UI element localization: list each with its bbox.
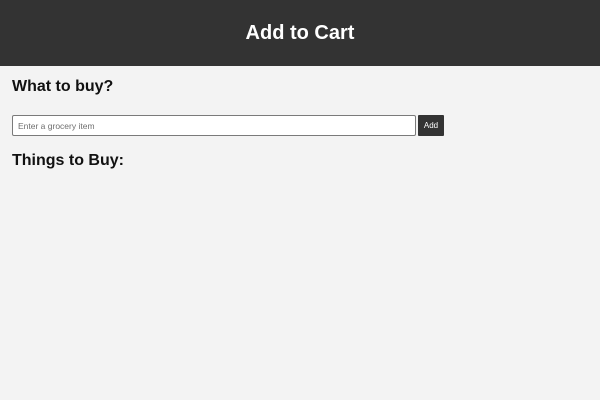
- main-content: What to buy? Add Things to Buy:: [0, 78, 600, 170]
- things-to-buy-heading: Things to Buy:: [12, 152, 124, 169]
- add-item-form: Add: [12, 115, 588, 136]
- grocery-item-input[interactable]: [12, 115, 416, 136]
- app-header: Add to Cart: [0, 0, 600, 66]
- add-button[interactable]: Add: [418, 115, 444, 136]
- app-title: Add to Cart: [245, 21, 355, 44]
- what-to-buy-heading: What to buy?: [12, 78, 114, 95]
